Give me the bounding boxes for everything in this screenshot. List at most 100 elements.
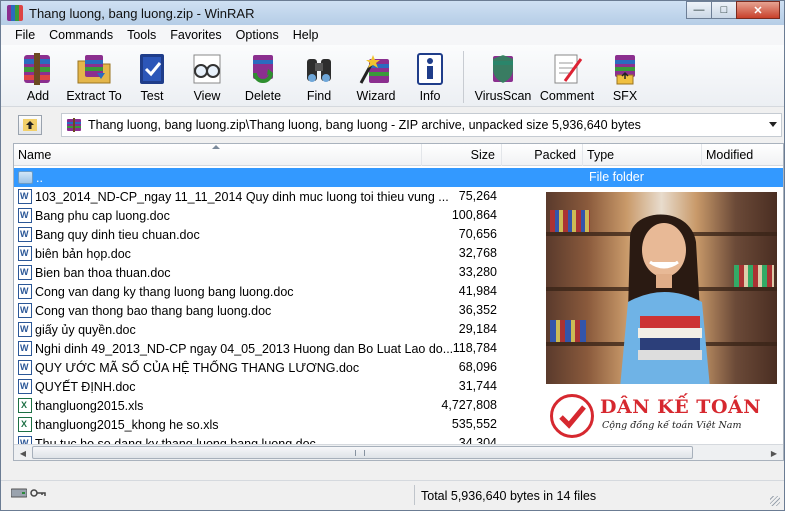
key-icon bbox=[30, 489, 46, 497]
delete-label: Delete bbox=[244, 89, 282, 103]
find-button[interactable]: Find bbox=[291, 45, 347, 103]
file-name: thangluong2015_khong he so.xls bbox=[35, 417, 219, 432]
maximize-icon: □ bbox=[720, 4, 728, 16]
resize-grip-icon[interactable] bbox=[770, 496, 780, 506]
column-header: Name Size Packed Type Modified bbox=[14, 144, 783, 166]
comment-pen-icon bbox=[547, 50, 587, 88]
parent-folder-row[interactable]: .. File folder bbox=[14, 168, 783, 187]
minimize-button[interactable]: — bbox=[686, 1, 712, 19]
file-name: Nghi dinh 49_2013_ND-CP ngay 04_05_2013 … bbox=[35, 341, 454, 356]
delete-button[interactable]: Delete bbox=[237, 45, 289, 103]
view-button[interactable]: View bbox=[179, 45, 235, 103]
excel-file-icon bbox=[18, 417, 32, 432]
menu-file[interactable]: File bbox=[9, 28, 42, 42]
excel-file-icon bbox=[18, 398, 32, 413]
file-name: 103_2014_ND-CP_ngay 11_11_2014 Quy dinh … bbox=[35, 189, 449, 204]
word-file-icon bbox=[18, 265, 32, 280]
drive-icon bbox=[11, 488, 27, 498]
file-size: 32,768 bbox=[458, 246, 497, 260]
sfx-icon bbox=[605, 50, 645, 88]
scroll-right-icon[interactable]: ▶ bbox=[766, 446, 782, 460]
address-dropdown-icon[interactable] bbox=[769, 122, 777, 127]
file-name: Bang quy dinh tieu chuan.doc bbox=[35, 227, 200, 242]
file-type: File folder bbox=[589, 170, 644, 184]
file-size: 29,184 bbox=[458, 322, 497, 336]
file-list: Name Size Packed Type Modified .. File fo… bbox=[13, 143, 784, 461]
maximize-button[interactable]: □ bbox=[711, 1, 737, 19]
extract-to-button[interactable]: Extract To bbox=[63, 45, 125, 103]
extract-folder-icon bbox=[74, 50, 114, 88]
word-file-icon bbox=[18, 284, 32, 299]
address-field[interactable]: Thang luong, bang luong.zip\Thang luong,… bbox=[61, 113, 782, 137]
file-name: .. bbox=[36, 170, 43, 185]
file-name: Cong van dang ky thang luong bang luong.… bbox=[35, 284, 294, 299]
column-type[interactable]: Type bbox=[583, 144, 702, 166]
comment-button[interactable]: Comment bbox=[536, 45, 598, 103]
column-size[interactable]: Size bbox=[422, 144, 502, 166]
winrar-window: Thang luong, bang luong.zip - WinRAR — □… bbox=[0, 0, 785, 511]
file-name: QUY ƯỚC MÃ SỐ CỦA HỆ THỐNG THANG LƯƠNG.d… bbox=[35, 360, 360, 375]
up-folder-button[interactable] bbox=[18, 115, 42, 135]
status-divider bbox=[414, 485, 415, 505]
column-modified[interactable]: Modified bbox=[702, 144, 783, 166]
virusscan-label: VirusScan bbox=[474, 89, 532, 103]
file-name: biên bản họp.doc bbox=[35, 246, 131, 261]
title-bar[interactable]: Thang luong, bang luong.zip - WinRAR — □… bbox=[1, 1, 784, 25]
word-file-icon bbox=[18, 341, 32, 356]
file-name: Bang phu cap luong.doc bbox=[35, 208, 170, 223]
status-text: Total 5,936,640 bytes in 14 files bbox=[421, 489, 597, 503]
delete-recycle-icon bbox=[243, 50, 283, 88]
info-label: Info bbox=[419, 89, 441, 103]
add-button[interactable]: Add bbox=[15, 45, 61, 103]
wizard-label: Wizard bbox=[356, 89, 396, 103]
file-name: QUYẾT ĐỊNH.doc bbox=[35, 379, 136, 394]
virusscan-button[interactable]: VirusScan bbox=[472, 45, 534, 103]
file-name: Cong van thong bao thang bang luong.doc bbox=[35, 303, 272, 318]
file-size: 118,784 bbox=[452, 341, 497, 355]
wizard-icon bbox=[356, 50, 396, 88]
column-packed[interactable]: Packed bbox=[502, 144, 583, 166]
menu-options[interactable]: Options bbox=[229, 28, 286, 42]
menu-tools[interactable]: Tools bbox=[120, 28, 163, 42]
test-book-icon bbox=[132, 50, 172, 88]
word-file-icon bbox=[18, 246, 32, 261]
status-bar: Total 5,936,640 bytes in 14 files bbox=[1, 480, 784, 510]
word-file-icon bbox=[18, 227, 32, 242]
minimize-icon: — bbox=[693, 4, 705, 16]
find-label: Find bbox=[306, 89, 332, 103]
close-button[interactable]: ✕ bbox=[736, 1, 780, 19]
virus-scan-icon bbox=[483, 50, 523, 88]
file-name: Bien ban thoa thuan.doc bbox=[35, 265, 171, 280]
scroll-thumb[interactable] bbox=[32, 446, 693, 459]
wizard-button[interactable]: Wizard bbox=[349, 45, 403, 103]
word-file-icon bbox=[18, 303, 32, 318]
menu-help[interactable]: Help bbox=[286, 28, 326, 42]
file-name: thangluong2015.xls bbox=[35, 398, 144, 413]
word-file-icon bbox=[18, 208, 32, 223]
horizontal-scrollbar[interactable]: ◀ ▶ bbox=[14, 444, 783, 460]
toolbar: Add Extract To Test View Delete Find Wiz… bbox=[1, 45, 784, 107]
file-size: 33,280 bbox=[458, 265, 497, 279]
file-size: 75,264 bbox=[458, 189, 497, 203]
scroll-left-icon[interactable]: ◀ bbox=[15, 446, 31, 460]
sfx-label: SFX bbox=[612, 89, 638, 103]
file-size: 31,744 bbox=[458, 379, 497, 393]
student-with-books-photo bbox=[546, 192, 777, 384]
window-title: Thang luong, bang luong.zip - WinRAR bbox=[29, 5, 255, 21]
file-size: 41,984 bbox=[458, 284, 497, 298]
toolbar-separator bbox=[463, 51, 464, 103]
menu-commands[interactable]: Commands bbox=[42, 28, 120, 42]
menu-favorites[interactable]: Favorites bbox=[163, 28, 228, 42]
info-icon bbox=[410, 50, 450, 88]
test-label: Test bbox=[140, 89, 164, 103]
dan-ke-toan-logo-icon bbox=[550, 394, 594, 438]
test-button[interactable]: Test bbox=[127, 45, 177, 103]
word-file-icon bbox=[18, 322, 32, 337]
address-bar: Thang luong, bang luong.zip\Thang luong,… bbox=[1, 111, 784, 139]
view-glasses-icon bbox=[187, 50, 227, 88]
sfx-button[interactable]: SFX bbox=[600, 45, 650, 103]
file-name: giấy ủy quyền.doc bbox=[35, 322, 136, 337]
info-button[interactable]: Info bbox=[405, 45, 455, 103]
advertisement-image: DÂN KẾ TOÁN Cộng đồng kế toán Việt Nam bbox=[546, 192, 777, 438]
sort-ascending-icon bbox=[212, 145, 220, 149]
